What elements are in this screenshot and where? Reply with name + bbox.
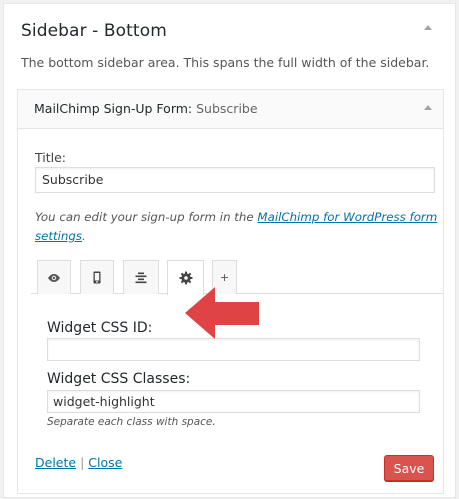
sidebar-panel: Sidebar - Bottom The bottom sidebar area… — [3, 3, 456, 498]
title-input[interactable]: Subscribe — [35, 167, 435, 193]
tab-alignment[interactable] — [123, 260, 159, 294]
eye-icon — [47, 273, 61, 283]
help-text: You can edit your sign-up form in the Ma… — [35, 208, 440, 246]
widget-control-links: Delete | Close — [35, 455, 122, 470]
widget-collapse-arrow-icon[interactable] — [424, 105, 432, 110]
gear-icon — [179, 271, 193, 285]
plus-icon: + — [219, 271, 230, 284]
css-classes-help: Separate each class with space. — [47, 416, 216, 428]
sidebar-description: The bottom sidebar area. This spans the … — [21, 55, 430, 70]
tab-device[interactable] — [80, 260, 114, 294]
mobile-icon — [93, 271, 101, 284]
css-id-label: Widget CSS ID: — [47, 320, 153, 336]
close-link[interactable]: Close — [88, 455, 122, 470]
title-label: Title: — [35, 150, 66, 165]
sidebar-title: Sidebar - Bottom — [21, 21, 167, 41]
widget-instance-title: Subscribe — [196, 101, 258, 116]
css-classes-input[interactable]: widget-highlight — [47, 390, 420, 413]
help-text-prefix: You can edit your sign-up form in the — [35, 210, 258, 224]
css-classes-label: Widget CSS Classes: — [47, 371, 191, 387]
link-separator: | — [80, 455, 85, 470]
annotation-arrow-icon — [185, 287, 259, 339]
collapse-arrow-icon[interactable] — [424, 25, 432, 30]
align-center-icon — [135, 272, 147, 284]
widget-name: MailChimp Sign-Up Form: — [34, 101, 193, 116]
delete-link[interactable]: Delete — [35, 455, 76, 470]
widget-header-title: MailChimp Sign-Up Form: Subscribe — [34, 101, 258, 116]
widget-header[interactable]: MailChimp Sign-Up Form: Subscribe — [18, 90, 443, 129]
help-text-suffix: . — [82, 229, 86, 243]
save-button[interactable]: Save — [384, 455, 434, 481]
tab-visibility[interactable] — [37, 260, 71, 294]
